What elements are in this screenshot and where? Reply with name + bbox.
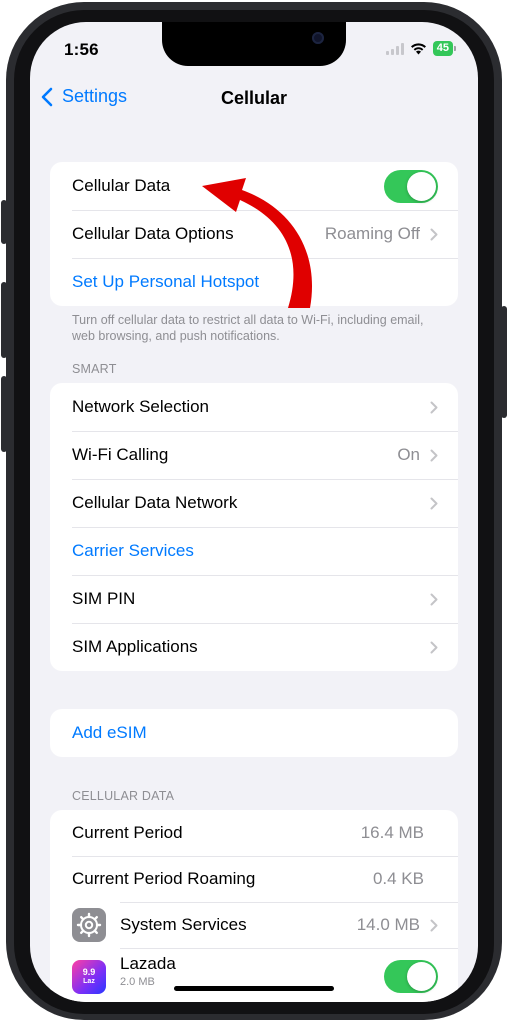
smart-section-header: SMART xyxy=(72,362,117,376)
lazada-toggle[interactable] xyxy=(384,960,438,993)
wifi-calling-value: On xyxy=(397,445,420,464)
sim-applications-row[interactable]: SIM Applications xyxy=(50,623,458,671)
current-period-row: Current Period 16.4 MB xyxy=(50,810,458,856)
current-period-label: Current Period xyxy=(72,823,183,842)
wifi-calling-label: Wi-Fi Calling xyxy=(72,445,169,464)
cellular-signal-icon xyxy=(385,42,404,55)
network-selection-row[interactable]: Network Selection xyxy=(50,383,458,431)
home-indicator[interactable] xyxy=(174,986,334,991)
cellular-usage-group: Current Period 16.4 MB Current Period Ro… xyxy=(50,810,458,1002)
cellular-data-footer: Turn off cellular data to restrict all d… xyxy=(72,313,424,343)
carrier-services-link: Carrier Services xyxy=(72,541,194,560)
cellular-data-toggle[interactable] xyxy=(384,169,438,203)
status-icons: 45 xyxy=(385,41,456,56)
chevron-right-icon xyxy=(430,449,438,461)
system-services-label: System Services xyxy=(120,915,247,934)
chevron-right-icon xyxy=(430,401,438,413)
status-time: 1:56 xyxy=(64,40,99,59)
chevron-right-icon xyxy=(430,593,438,605)
add-esim-link: Add eSIM xyxy=(72,723,147,742)
cellular-data-group: Cellular Data Cellular Data Options Roam… xyxy=(50,162,458,306)
front-camera xyxy=(312,32,324,44)
chevron-right-icon xyxy=(430,497,438,509)
cellular-data-network-row[interactable]: Cellular Data Network xyxy=(50,479,458,527)
chevron-right-icon xyxy=(430,228,438,240)
battery-icon: 45 xyxy=(432,41,456,56)
network-selection-label: Network Selection xyxy=(72,397,210,416)
smart-group: Network Selection Wi-Fi Calling On Cellu… xyxy=(50,383,458,671)
cellular-data-section-header: CELLULAR DATA xyxy=(72,789,175,803)
add-esim-row[interactable]: Add eSIM xyxy=(50,709,458,757)
cellular-data-options-label: Cellular Data Options xyxy=(72,224,234,243)
system-services-value: 14.0 MB xyxy=(356,915,420,934)
cellular-data-options-row[interactable]: Cellular Data Options Roaming Off xyxy=(50,210,458,258)
volume-up-button xyxy=(1,282,7,358)
wifi-icon xyxy=(410,43,426,55)
cellular-data-row: Cellular Data xyxy=(50,162,458,210)
current-period-value: 16.4 MB xyxy=(360,823,424,842)
system-services-row[interactable]: System Services 14.0 MB xyxy=(50,902,458,948)
cellular-data-network-label: Cellular Data Network xyxy=(72,493,238,512)
chevron-right-icon xyxy=(430,919,438,931)
sim-pin-row[interactable]: SIM PIN xyxy=(50,575,458,623)
current-period-roaming-row: Current Period Roaming 0.4 KB xyxy=(50,856,458,902)
personal-hotspot-row[interactable]: Set Up Personal Hotspot xyxy=(50,258,458,306)
volume-down-button xyxy=(1,376,7,452)
gear-icon xyxy=(72,908,106,942)
cellular-data-label: Cellular Data xyxy=(72,176,171,195)
sim-pin-label: SIM PIN xyxy=(72,589,136,608)
lazada-app-row: 9.9 Laz Lazada 2.0 MB xyxy=(50,948,458,1002)
wifi-calling-row[interactable]: Wi-Fi Calling On xyxy=(50,431,458,479)
sim-applications-label: SIM Applications xyxy=(72,637,198,656)
page-title: Cellular xyxy=(220,88,288,108)
personal-hotspot-link: Set Up Personal Hotspot xyxy=(72,272,260,291)
lazada-icon-text: 9.9 xyxy=(82,967,96,977)
current-period-roaming-value: 0.4 KB xyxy=(372,869,424,888)
chevron-right-icon xyxy=(430,641,438,653)
battery-level: 45 xyxy=(432,41,453,56)
current-period-roaming-label: Current Period Roaming xyxy=(72,869,256,888)
lazada-text: Lazada 2.0 MB xyxy=(120,954,384,988)
lazada-app-icon: 9.9 Laz xyxy=(72,960,106,994)
dynamic-notch xyxy=(162,22,346,66)
roaming-status-value: Roaming Off xyxy=(324,224,420,243)
action-button xyxy=(1,200,7,244)
power-button xyxy=(501,306,507,418)
esim-group: Add eSIM xyxy=(50,709,458,757)
screen: 1:56 45 Settings Cellular Cellular Data … xyxy=(30,22,478,1002)
carrier-services-row[interactable]: Carrier Services xyxy=(50,527,458,575)
lazada-icon-subtext: Laz xyxy=(83,978,95,985)
lazada-label: Lazada xyxy=(120,954,176,973)
